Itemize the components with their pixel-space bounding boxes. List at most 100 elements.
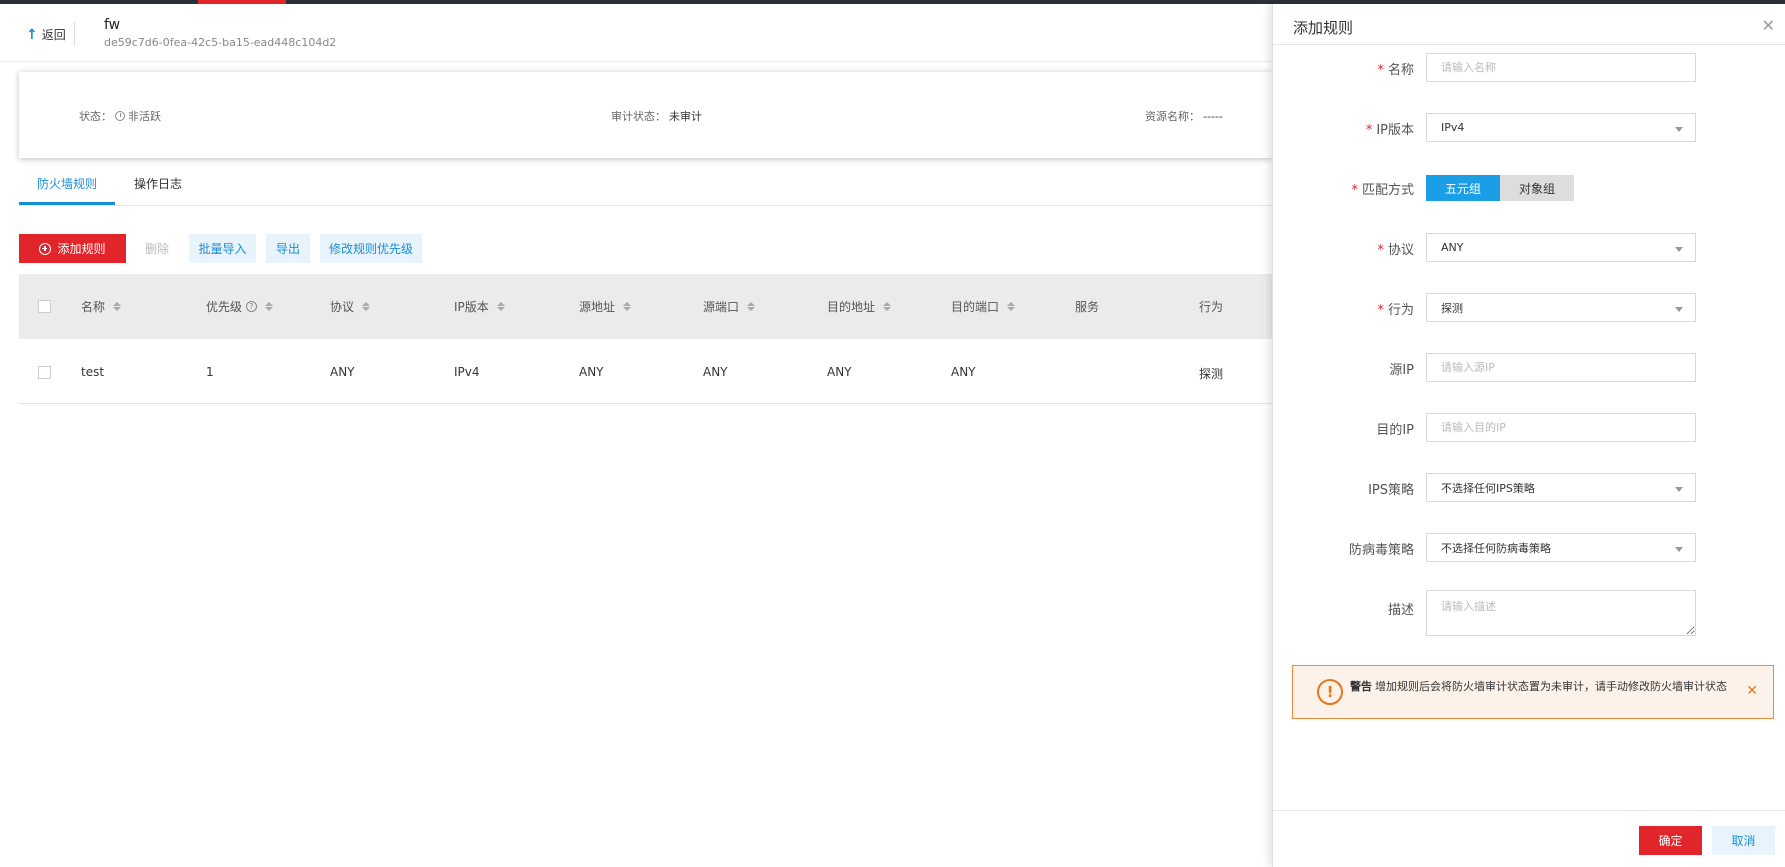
column-header-name[interactable]: 名称 — [81, 298, 122, 315]
status-value: 非活跃 — [128, 110, 161, 123]
cell-action: 探测 — [1199, 367, 1224, 381]
column-header-source-address[interactable]: 源地址 — [579, 298, 632, 315]
resource-item: 资源名称： ----- — [1145, 108, 1223, 124]
column-header-label: 协议 — [330, 300, 355, 314]
close-icon[interactable]: ✕ — [1746, 683, 1758, 699]
source-ip-label: 源IP — [1389, 363, 1414, 378]
sort-icon[interactable] — [362, 302, 371, 311]
back-button[interactable]: ↑ 返回 — [26, 26, 66, 43]
ip-version-label: * IP版本 — [1366, 119, 1414, 138]
status-item: 状态： 非活跃 — [79, 108, 161, 124]
tab-operation-log[interactable]: 操作日志 — [134, 175, 182, 192]
column-header-source-port[interactable]: 源端口 — [703, 298, 756, 315]
select-all-checkbox[interactable] — [38, 300, 51, 313]
batch-import-button[interactable]: 批量导入 — [189, 234, 256, 263]
column-header-dest-address[interactable]: 目的地址 — [827, 298, 892, 315]
sort-icon[interactable] — [265, 302, 274, 311]
sort-icon[interactable] — [623, 302, 632, 311]
action-label-text: 行为 — [1387, 303, 1414, 318]
column-header-label: 行为 — [1199, 300, 1224, 314]
export-button[interactable]: 导出 — [266, 234, 310, 263]
required-mark: * — [1365, 123, 1373, 138]
column-header-dest-port[interactable]: 目的端口 — [951, 298, 1016, 315]
chevron-down-icon — [1675, 307, 1683, 312]
cell-name: test — [81, 365, 105, 379]
warning-text: 增加规则后会将防火墙审计状态置为未审计，请手动修改防火墙审计状态 — [1375, 680, 1727, 693]
firewall-id: de59c7d6-0fea-42c5-ba15-ead448c104d2 — [104, 36, 337, 49]
antivirus-policy-value: 不选择任何防病毒策略 — [1441, 541, 1551, 555]
protocol-select[interactable]: ANY — [1426, 233, 1696, 262]
cell-priority: 1 — [206, 365, 214, 379]
description-textarea[interactable] — [1426, 590, 1696, 636]
row-checkbox[interactable] — [38, 366, 51, 379]
add-rule-drawer: 添加规则 ✕ *名称 *IP版本 IPv4 *匹配方式 五元组 对象组 *协议 … — [1272, 4, 1785, 867]
column-header-label: 优先级 — [206, 300, 243, 314]
column-header-label: 源端口 — [703, 300, 740, 314]
drawer-footer-divider — [1273, 810, 1785, 811]
header-divider — [74, 22, 75, 46]
required-mark: * — [1351, 183, 1358, 198]
tab-firewall-rules[interactable]: 防火墙规则 — [37, 175, 97, 192]
match-mode-toggle: 五元组 对象组 — [1426, 175, 1574, 201]
close-icon[interactable]: ✕ — [1762, 16, 1775, 35]
confirm-button[interactable]: 确定 — [1639, 826, 1702, 855]
protocol-label: * 协议 — [1377, 239, 1414, 258]
dest-ip-input[interactable] — [1426, 413, 1696, 442]
warning-message: 警告 增加规则后会将防火墙审计状态置为未审计，请手动修改防火墙审计状态 — [1350, 680, 1740, 694]
column-header-label: 目的地址 — [827, 300, 876, 314]
source-ip-input[interactable] — [1426, 353, 1696, 382]
name-label: * 名称 — [1377, 59, 1414, 78]
help-icon[interactable]: ? — [246, 301, 258, 312]
antivirus-policy-select[interactable]: 不选择任何防病毒策略 — [1426, 533, 1696, 562]
chevron-down-icon — [1675, 247, 1683, 252]
tab-bar: 防火墙规则 操作日志 — [19, 166, 1272, 206]
description-label: 描述 — [1387, 603, 1414, 618]
warning-title: 警告 — [1350, 680, 1372, 693]
sort-icon[interactable] — [1007, 302, 1016, 311]
column-header-action: 行为 — [1199, 298, 1223, 315]
ip-version-select[interactable]: IPv4 — [1426, 113, 1696, 142]
back-label: 返回 — [41, 28, 66, 42]
ips-policy-label: IPS策略 — [1368, 483, 1414, 498]
match-mode-label-text: 匹配方式 — [1361, 183, 1414, 198]
required-mark: * — [1377, 63, 1384, 78]
audit-label: 审计状态： — [611, 110, 666, 123]
cell-protocol: ANY — [330, 365, 355, 379]
action-value: 探测 — [1441, 301, 1463, 315]
cancel-button[interactable]: 取消 — [1712, 826, 1775, 855]
cell-ip-version: IPv4 — [454, 365, 480, 379]
table-row[interactable]: test 1 ANY IPv4 ANY ANY ANY ANY 探测 — [19, 339, 1272, 404]
delete-button[interactable]: 删除 — [135, 234, 179, 263]
action-label: * 行为 — [1377, 299, 1414, 318]
column-header-label: IP版本 — [454, 300, 489, 314]
column-header-ip-version[interactable]: IP版本 — [454, 298, 505, 315]
match-mode-label: * 匹配方式 — [1351, 179, 1414, 198]
sort-icon[interactable] — [747, 302, 756, 311]
header-divider-line — [0, 61, 1272, 62]
status-label: 状态： — [79, 110, 112, 123]
action-select[interactable]: 探测 — [1426, 293, 1696, 322]
sort-icon[interactable] — [883, 302, 892, 311]
sort-icon[interactable] — [113, 302, 122, 311]
chevron-down-icon — [1675, 127, 1683, 132]
ips-policy-value: 不选择任何IPS策略 — [1441, 481, 1535, 495]
change-priority-button[interactable]: 修改规则优先级 — [320, 234, 422, 263]
add-rule-label: 添加规则 — [57, 242, 106, 256]
sort-icon[interactable] — [496, 302, 505, 311]
match-object-group-option[interactable]: 对象组 — [1500, 175, 1574, 201]
dest-ip-label: 目的IP — [1376, 423, 1414, 438]
column-header-priority[interactable]: 优先级 ? — [206, 298, 274, 315]
warning-alert: ! 警告 增加规则后会将防火墙审计状态置为未审计，请手动修改防火墙审计状态 ✕ — [1292, 665, 1774, 719]
name-input[interactable] — [1426, 53, 1696, 82]
match-five-tuple-option[interactable]: 五元组 — [1426, 175, 1500, 201]
cell-dest-port: ANY — [951, 365, 976, 379]
protocol-label-text: 协议 — [1387, 243, 1414, 258]
audit-value: 未审计 — [669, 110, 702, 123]
antivirus-policy-label: 防病毒策略 — [1348, 543, 1414, 558]
ips-policy-select[interactable]: 不选择任何IPS策略 — [1426, 473, 1696, 502]
column-header-protocol[interactable]: 协议 — [330, 298, 371, 315]
cell-source-port: ANY — [703, 365, 728, 379]
add-rule-button[interactable]: 添加规则 — [19, 234, 126, 263]
column-header-label: 服务 — [1075, 300, 1100, 314]
column-header-label: 源地址 — [579, 300, 616, 314]
